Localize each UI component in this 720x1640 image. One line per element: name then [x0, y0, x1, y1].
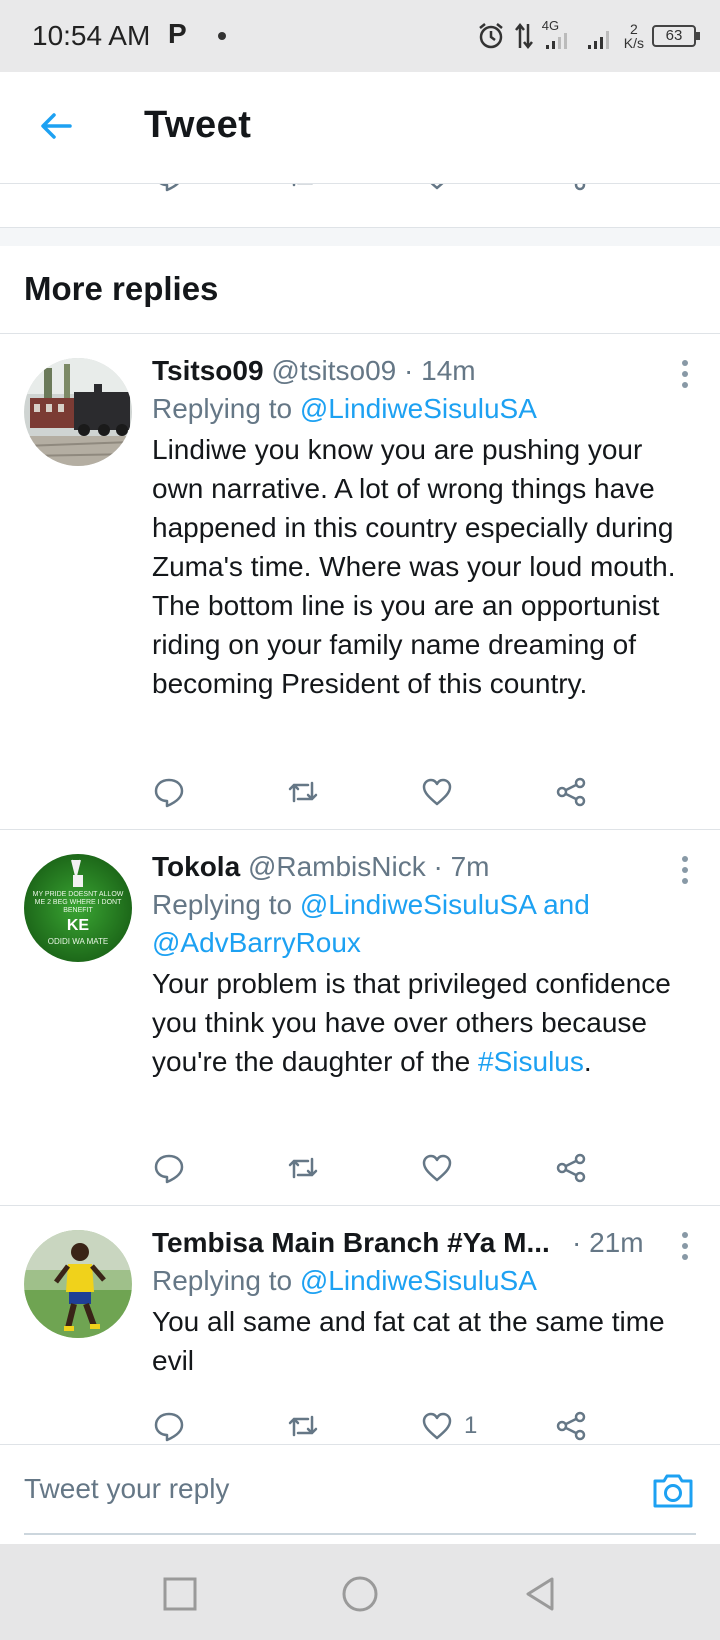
reply-tweet[interactable]: Tembisa Main Branch #Ya M... · 21m Reply… — [0, 1206, 720, 1444]
home-icon[interactable] — [340, 1574, 380, 1614]
share-button[interactable] — [554, 1406, 588, 1446]
like-icon — [422, 1412, 452, 1440]
retweet-button[interactable] — [286, 772, 320, 812]
status-icons: 4G 2 K/s 63 — [476, 18, 700, 54]
share-button[interactable] — [554, 184, 588, 196]
avatar-caption: MY PRIDE DOESNT ALLOW — [33, 891, 124, 898]
tweet-actions: 1 — [152, 1406, 632, 1446]
share-button[interactable] — [554, 772, 588, 812]
share-icon — [556, 1153, 586, 1183]
more-options-icon[interactable] — [682, 360, 690, 393]
reply-composer: Tweet your reply — [0, 1444, 720, 1544]
tweet-actions — [152, 772, 632, 812]
tweet-text: Your problem is that privileged confiden… — [152, 968, 671, 1077]
timestamp: · 7m — [433, 851, 490, 882]
tweet-meta: Tembisa Main Branch #Ya M... · 21m — [152, 1224, 696, 1262]
back-arrow-icon[interactable] — [36, 106, 76, 146]
like-button[interactable] — [420, 184, 454, 196]
share-button[interactable] — [554, 1148, 588, 1188]
input-underline — [24, 1533, 696, 1535]
display-name[interactable]: Tsitso09 — [152, 355, 264, 386]
notification-p-icon: P — [168, 18, 187, 49]
reply-icon — [154, 1412, 184, 1442]
retweet-icon — [292, 184, 313, 187]
svg-text:ODIDI WA MATE: ODIDI WA MATE — [48, 937, 108, 946]
retweet-icon — [288, 781, 318, 803]
data-transfer-icon — [514, 22, 533, 50]
tweet-text: Lindiwe you know you are pushing your ow… — [152, 430, 696, 703]
status-time: 10:54 AM — [32, 20, 151, 51]
tweet-text: You all same and fat cat at the same tim… — [152, 1306, 665, 1376]
timestamp: · 21m — [572, 1227, 644, 1258]
tweet-meta: Tokola @RambisNick · 7m — [152, 848, 696, 886]
user-handle[interactable]: @RambisNick — [248, 851, 426, 882]
more-options-icon[interactable] — [682, 1232, 690, 1265]
replying-to: Replying to @LindiweSisuluSA — [152, 393, 537, 424]
more-options-icon[interactable] — [682, 856, 690, 889]
reply-tweet[interactable]: MY PRIDE DOESNT ALLOW ME 2 BEG WHERE I D… — [0, 830, 720, 1206]
user-handle[interactable]: @tsitso09 — [271, 355, 396, 386]
like-button[interactable] — [420, 772, 454, 812]
like-button[interactable]: 1 — [420, 1406, 477, 1446]
alarm-icon — [478, 23, 503, 49]
mention-link[interactable]: @LindiweSisuluSA — [300, 393, 537, 424]
avatar[interactable] — [24, 358, 132, 466]
like-button[interactable] — [420, 1148, 454, 1188]
hashtag-link[interactable]: #Sisulus — [478, 1046, 584, 1077]
retweet-icon — [288, 1157, 318, 1179]
replying-to: Replying to @LindiweSisuluSA — [152, 1265, 537, 1296]
reply-button[interactable] — [152, 1406, 186, 1446]
recents-icon[interactable] — [160, 1574, 200, 1614]
like-icon — [430, 184, 444, 190]
reply-icon — [154, 1154, 184, 1184]
reply-button[interactable] — [152, 1148, 186, 1188]
like-count: 1 — [464, 1412, 478, 1439]
like-icon — [422, 1154, 452, 1182]
mention-link[interactable]: @LindiweSisuluSA — [300, 1265, 537, 1296]
tweet-actions — [152, 1148, 632, 1188]
section-title: More replies — [24, 270, 219, 307]
signal-icon — [587, 31, 609, 49]
svg-text:KE: KE — [67, 917, 90, 934]
battery-icon: 63 — [652, 25, 700, 47]
status-bar: 10:54 AM P 4G 2 K/s 63 — [0, 0, 720, 72]
share-icon — [574, 184, 586, 191]
display-name[interactable]: Tokola — [152, 851, 240, 882]
more-replies-header: More replies — [0, 246, 720, 334]
top-app-bar: Tweet — [0, 72, 720, 184]
network-speed: 2 K/s — [623, 21, 644, 51]
reply-input[interactable]: Tweet your reply — [24, 1473, 624, 1505]
tweet-paragraph: The bottom line is you are an opportunis… — [152, 590, 660, 699]
system-nav-bar — [0, 1544, 720, 1640]
retweet-button[interactable] — [286, 1148, 320, 1188]
tweet-paragraph: Lindiwe you know you are pushing your ow… — [152, 434, 676, 582]
reply-icon — [154, 778, 184, 808]
back-nav-icon[interactable] — [520, 1574, 560, 1614]
share-icon — [556, 777, 586, 807]
avatar[interactable]: MY PRIDE DOESNT ALLOW ME 2 BEG WHERE I D… — [24, 854, 132, 962]
reply-button[interactable] — [152, 772, 186, 812]
signal-4g-icon: 4G — [542, 19, 578, 51]
page-title: Tweet — [144, 104, 252, 146]
avatar[interactable] — [24, 1230, 132, 1338]
section-separator — [0, 228, 720, 246]
notification-dot-icon — [218, 32, 226, 40]
display-name[interactable]: Tembisa Main Branch #Ya M... — [152, 1227, 550, 1258]
reply-tweet[interactable]: Tsitso09 @tsitso09 · 14m Replying to @Li… — [0, 334, 720, 830]
camera-icon[interactable] — [650, 1467, 696, 1513]
share-icon — [556, 1411, 586, 1441]
retweet-icon — [288, 1415, 318, 1437]
reply-icon — [159, 184, 179, 192]
like-icon — [422, 778, 452, 806]
previous-tweet-actions — [0, 184, 720, 228]
svg-text:BENEFIT: BENEFIT — [63, 907, 93, 914]
reply-button[interactable] — [152, 184, 186, 196]
retweet-button[interactable] — [286, 184, 320, 196]
timestamp: · 14m — [404, 355, 476, 386]
tweet-meta: Tsitso09 @tsitso09 · 14m — [152, 352, 696, 390]
retweet-button[interactable] — [286, 1406, 320, 1446]
replying-to: Replying to @LindiweSisuluSA and @AdvBar… — [152, 889, 590, 958]
svg-text:ME 2 BEG WHERE I DONT: ME 2 BEG WHERE I DONT — [35, 899, 122, 906]
